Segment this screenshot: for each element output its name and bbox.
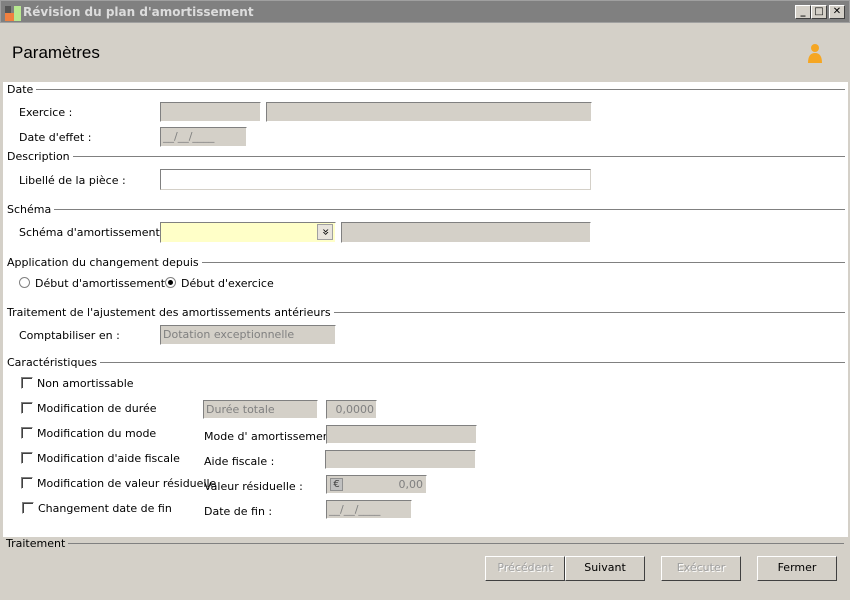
aide-fiscale-input bbox=[325, 450, 476, 469]
checkbox-modification-mode[interactable] bbox=[21, 427, 33, 439]
close-window-button[interactable]: ✕ bbox=[829, 5, 845, 19]
user-icon[interactable] bbox=[806, 43, 824, 65]
radio-label[interactable]: Début d'exercice bbox=[181, 277, 274, 290]
date-fin-label: Date de fin : bbox=[204, 505, 273, 518]
section-title: Caractéristiques bbox=[7, 356, 97, 369]
schema-label: Schéma d'amortissement : bbox=[19, 226, 168, 239]
checkbox-label[interactable]: Changement date de fin bbox=[38, 502, 172, 515]
radio-debut-exercice[interactable] bbox=[165, 277, 176, 288]
aide-fiscale-label: Aide fiscale : bbox=[204, 455, 275, 468]
euro-icon: € bbox=[330, 478, 343, 491]
exercice-label: Exercice : bbox=[19, 106, 73, 119]
valeur-residuelle-input: € 0,00 bbox=[326, 475, 427, 494]
date-effet-input[interactable]: __/__/____ bbox=[160, 127, 247, 147]
section-schema: Schéma bbox=[7, 203, 845, 216]
libelle-input[interactable] bbox=[160, 169, 591, 190]
comptabiliser-label: Comptabiliser en : bbox=[19, 329, 120, 342]
app-logo-icon bbox=[5, 6, 21, 21]
header bbox=[1, 23, 849, 82]
maximize-button[interactable]: □ bbox=[811, 5, 827, 19]
schema-select[interactable] bbox=[160, 222, 336, 243]
section-title: Date bbox=[7, 83, 34, 96]
next-button[interactable]: Suivant bbox=[565, 556, 645, 581]
valeur-residuelle-label: Valeur résiduelle : bbox=[204, 480, 303, 493]
previous-button[interactable]: Précédent bbox=[485, 556, 565, 581]
comptabiliser-input: Dotation exceptionnelle bbox=[160, 325, 336, 345]
radio-label[interactable]: Début d'amortissement bbox=[35, 277, 165, 290]
exercice-name-input[interactable] bbox=[266, 102, 592, 122]
checkbox-label[interactable]: Modification d'aide fiscale bbox=[37, 452, 180, 465]
libelle-label: Libellé de la pièce : bbox=[19, 174, 126, 187]
checkbox-non-amortissable[interactable] bbox=[21, 377, 33, 389]
schema-description-input bbox=[341, 222, 591, 243]
checkbox-label[interactable]: Modification du mode bbox=[37, 427, 156, 440]
section-title: Schéma bbox=[7, 203, 52, 216]
checkbox-label[interactable]: Non amortissable bbox=[37, 377, 134, 390]
section-traitement: Traitement bbox=[6, 537, 844, 550]
checkbox-changement-date-fin[interactable] bbox=[22, 502, 34, 514]
date-fin-input: __/__/____ bbox=[326, 500, 412, 519]
checkbox-modification-duree[interactable] bbox=[21, 402, 33, 414]
checkbox-label[interactable]: Modification de valeur résiduelle bbox=[37, 477, 216, 490]
execute-button[interactable]: Exécuter bbox=[661, 556, 741, 581]
checkbox-modification-aide-fiscale[interactable] bbox=[21, 452, 33, 464]
window-title: Révision du plan d'amortissement bbox=[23, 5, 254, 19]
section-date: Date bbox=[7, 83, 845, 96]
chevron-down-icon[interactable]: » bbox=[317, 224, 333, 240]
exercice-code-input[interactable] bbox=[160, 102, 261, 122]
close-button[interactable]: Fermer bbox=[757, 556, 837, 581]
minimize-button[interactable]: _ bbox=[795, 5, 811, 19]
checkbox-modification-valeur-residuelle[interactable] bbox=[21, 477, 33, 489]
checkbox-label[interactable]: Modification de durée bbox=[37, 402, 157, 415]
duree-value-input: 0,0000 bbox=[326, 400, 377, 419]
date-effet-label: Date d'effet : bbox=[19, 131, 92, 144]
mode-label: Mode d' amortissement : bbox=[204, 430, 342, 443]
mode-input bbox=[326, 425, 477, 444]
section-title: Description bbox=[7, 150, 70, 163]
section-caracteristiques: Caractéristiques bbox=[7, 356, 845, 369]
section-title: Traitement de l'ajustement des amortisse… bbox=[7, 306, 331, 319]
title-bar[interactable]: Révision du plan d'amortissement _ □ ✕ bbox=[0, 0, 850, 23]
section-description: Description bbox=[7, 150, 845, 163]
duree-totale-input: Durée totale bbox=[203, 400, 318, 419]
section-title: Application du changement depuis bbox=[7, 256, 199, 269]
section-traitement-ajustement: Traitement de l'ajustement des amortisse… bbox=[7, 306, 845, 319]
radio-debut-amortissement[interactable] bbox=[19, 277, 30, 288]
page-title: Paramètres bbox=[12, 43, 100, 62]
section-application: Application du changement depuis bbox=[7, 256, 845, 269]
section-title: Traitement bbox=[6, 537, 66, 550]
valeur-residuelle-value: 0,00 bbox=[398, 478, 424, 491]
